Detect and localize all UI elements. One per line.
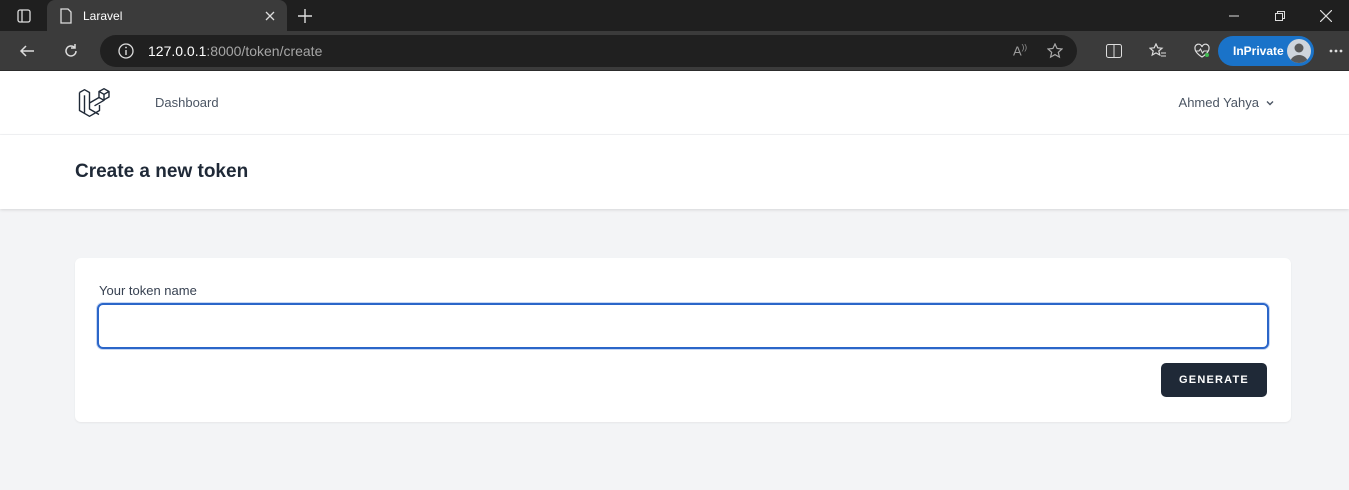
back-button[interactable] <box>10 34 44 68</box>
minimize-icon <box>1229 15 1239 16</box>
profile-avatar[interactable] <box>1287 39 1311 63</box>
browser-tab-active[interactable]: Laravel <box>47 0 287 31</box>
inprivate-label: InPrivate <box>1233 44 1284 58</box>
page-favicon-icon <box>60 7 72 24</box>
close-icon <box>1320 9 1332 22</box>
plus-icon <box>298 8 312 23</box>
settings-and-more-button[interactable] <box>1322 31 1349 71</box>
restore-button[interactable] <box>1257 0 1303 31</box>
close-window-button[interactable] <box>1303 0 1349 31</box>
tab-actions-icon <box>16 8 31 23</box>
address-bar[interactable]: 127.0.0.1:8000/token/create A)) <box>100 35 1077 67</box>
site-info-icon[interactable] <box>118 43 134 59</box>
inprivate-badge[interactable]: InPrivate <box>1218 36 1314 66</box>
browser-toolbar: 127.0.0.1:8000/token/create A)) InPrivat… <box>0 31 1349 71</box>
favorites-button[interactable] <box>1136 31 1180 71</box>
tab-actions-button[interactable] <box>0 0 47 31</box>
token-name-input[interactable] <box>97 303 1269 349</box>
read-aloud-icon[interactable]: A)) <box>1013 43 1027 58</box>
page-content: Dashboard Ahmed Yahya Create a new token… <box>0 71 1349 490</box>
address-bar-icons: A)) <box>1013 35 1063 67</box>
user-menu-trigger[interactable]: Ahmed Yahya <box>1179 95 1275 110</box>
token-form-card: Your token name GENERATE <box>75 258 1291 422</box>
tab-title: Laravel <box>83 8 123 23</box>
browser-tabbar: Laravel <box>0 0 1349 31</box>
minimize-button[interactable] <box>1211 0 1257 31</box>
user-name: Ahmed Yahya <box>1178 95 1259 110</box>
back-arrow-icon <box>19 44 34 57</box>
toolbar-icons <box>1092 31 1224 71</box>
generate-button[interactable]: GENERATE <box>1161 363 1267 397</box>
url-path: :8000/token/create <box>206 43 323 59</box>
token-name-label: Your token name <box>99 283 197 298</box>
split-screen-button[interactable] <box>1092 31 1136 71</box>
page-title: Create a new token <box>75 161 249 182</box>
close-tab-icon[interactable] <box>263 9 277 23</box>
url-text: 127.0.0.1:8000/token/create <box>148 43 322 59</box>
laravel-logo-icon[interactable] <box>78 87 110 119</box>
heart-pulse-icon <box>1194 43 1210 58</box>
refresh-button[interactable] <box>54 34 88 68</box>
nav-link-dashboard[interactable]: Dashboard <box>155 95 219 110</box>
new-tab-button[interactable] <box>287 0 323 31</box>
refresh-icon <box>65 43 77 57</box>
star-icon[interactable] <box>1047 43 1063 59</box>
window-controls <box>1211 0 1349 31</box>
favorites-icon <box>1149 43 1166 57</box>
more-horizontal-icon <box>1329 49 1342 53</box>
page-header: Create a new token <box>0 135 1349 209</box>
split-screen-icon <box>1106 44 1122 58</box>
restore-icon <box>1275 10 1285 21</box>
chevron-down-icon <box>1266 100 1274 105</box>
url-host: 127.0.0.1 <box>148 43 207 59</box>
app-navbar: Dashboard Ahmed Yahya <box>0 71 1349 135</box>
person-icon <box>1290 43 1308 63</box>
